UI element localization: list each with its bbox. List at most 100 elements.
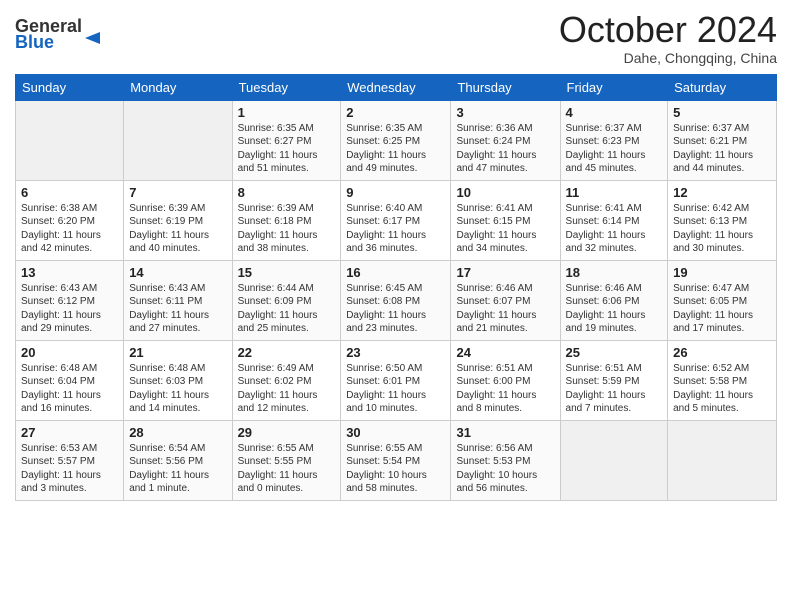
month-title: October 2024 [559,10,777,50]
calendar-cell: 15 Sunrise: 6:44 AM Sunset: 6:09 PM Dayli… [232,260,341,340]
calendar-cell: 19 Sunrise: 6:47 AM Sunset: 6:05 PM Dayli… [668,260,777,340]
day-number: 17 [456,265,554,280]
calendar-week-4: 20Sunrise: 6:48 AM Sunset: 6:04 PM Dayli… [16,340,777,420]
calendar-cell [668,420,777,500]
day-number: 5 [673,105,771,120]
day-info: Sunrise: 6:46 AM Sunset: 6:06 PM Dayligh… [566,282,663,336]
day-info: Sunrise: 6:37 AM Sunset: 6:23 PM Dayligh… [566,122,663,176]
day-number: 13 [21,265,118,280]
calendar-cell [16,100,124,180]
calendar-table: Sunday Monday Tuesday Wednesday Thursday… [15,74,777,501]
day-number: 9 [346,185,445,200]
day-number: 31 [456,425,554,440]
calendar-cell: 20Sunrise: 6:48 AM Sunset: 6:04 PM Dayli… [16,340,124,420]
col-friday: Friday [560,74,668,100]
day-info: Sunrise: 6:43 AM Sunset: 6:12 PM Dayligh… [21,282,118,336]
day-number: 14 [129,265,226,280]
day-number: 8 [238,185,336,200]
col-saturday: Saturday [668,74,777,100]
day-info: Sunrise: 6:41 AM Sunset: 6:15 PM Dayligh… [456,202,554,256]
calendar-cell: 1Sunrise: 6:35 AM Sunset: 6:27 PM Daylig… [232,100,341,180]
calendar-cell: 3 Sunrise: 6:36 AM Sunset: 6:24 PM Daylig… [451,100,560,180]
day-info: Sunrise: 6:39 AM Sunset: 6:18 PM Dayligh… [238,202,336,256]
day-info: Sunrise: 6:47 AM Sunset: 6:05 PM Dayligh… [673,282,771,336]
day-info: Sunrise: 6:39 AM Sunset: 6:19 PM Dayligh… [129,202,226,256]
header-row: Sunday Monday Tuesday Wednesday Thursday… [16,74,777,100]
calendar-cell: 4 Sunrise: 6:37 AM Sunset: 6:23 PM Daylig… [560,100,668,180]
day-number: 24 [456,345,554,360]
calendar-cell: 24Sunrise: 6:51 AM Sunset: 6:00 PM Dayli… [451,340,560,420]
svg-text:Blue: Blue [15,32,54,50]
calendar-cell [124,100,232,180]
day-number: 28 [129,425,226,440]
day-info: Sunrise: 6:55 AM Sunset: 5:54 PM Dayligh… [346,442,445,496]
header: General Blue October 2024 Dahe, Chongqin… [15,10,777,66]
col-sunday: Sunday [16,74,124,100]
calendar-cell [560,420,668,500]
calendar-cell: 5 Sunrise: 6:37 AM Sunset: 6:21 PM Daylig… [668,100,777,180]
calendar-cell: 2Sunrise: 6:35 AM Sunset: 6:25 PM Daylig… [341,100,451,180]
calendar-cell: 30 Sunrise: 6:55 AM Sunset: 5:54 PM Dayli… [341,420,451,500]
day-number: 19 [673,265,771,280]
calendar-cell: 25 Sunrise: 6:51 AM Sunset: 5:59 PM Dayli… [560,340,668,420]
day-info: Sunrise: 6:45 AM Sunset: 6:08 PM Dayligh… [346,282,445,336]
calendar-cell: 11 Sunrise: 6:41 AM Sunset: 6:14 PM Dayli… [560,180,668,260]
col-monday: Monday [124,74,232,100]
calendar-cell: 31Sunrise: 6:56 AM Sunset: 5:53 PM Dayli… [451,420,560,500]
day-number: 4 [566,105,663,120]
calendar-cell: 8 Sunrise: 6:39 AM Sunset: 6:18 PM Daylig… [232,180,341,260]
logo-svg: General Blue [15,10,110,50]
day-info: Sunrise: 6:48 AM Sunset: 6:04 PM Dayligh… [21,362,118,416]
day-info: Sunrise: 6:50 AM Sunset: 6:01 PM Dayligh… [346,362,445,416]
day-number: 18 [566,265,663,280]
calendar-cell: 10Sunrise: 6:41 AM Sunset: 6:15 PM Dayli… [451,180,560,260]
day-info: Sunrise: 6:52 AM Sunset: 5:58 PM Dayligh… [673,362,771,416]
calendar-cell: 16 Sunrise: 6:45 AM Sunset: 6:08 PM Dayli… [341,260,451,340]
day-info: Sunrise: 6:46 AM Sunset: 6:07 PM Dayligh… [456,282,554,336]
day-info: Sunrise: 6:43 AM Sunset: 6:11 PM Dayligh… [129,282,226,336]
day-number: 16 [346,265,445,280]
day-info: Sunrise: 6:36 AM Sunset: 6:24 PM Dayligh… [456,122,554,176]
day-info: Sunrise: 6:53 AM Sunset: 5:57 PM Dayligh… [21,442,118,496]
calendar-cell: 7 Sunrise: 6:39 AM Sunset: 6:19 PM Daylig… [124,180,232,260]
day-number: 11 [566,185,663,200]
calendar-cell: 23 Sunrise: 6:50 AM Sunset: 6:01 PM Dayli… [341,340,451,420]
col-thursday: Thursday [451,74,560,100]
calendar-cell: 21Sunrise: 6:48 AM Sunset: 6:03 PM Dayli… [124,340,232,420]
day-number: 27 [21,425,118,440]
day-number: 6 [21,185,118,200]
calendar-cell: 27 Sunrise: 6:53 AM Sunset: 5:57 PM Dayli… [16,420,124,500]
day-number: 23 [346,345,445,360]
day-number: 25 [566,345,663,360]
col-wednesday: Wednesday [341,74,451,100]
calendar-week-1: 1Sunrise: 6:35 AM Sunset: 6:27 PM Daylig… [16,100,777,180]
day-info: Sunrise: 6:51 AM Sunset: 5:59 PM Dayligh… [566,362,663,416]
day-number: 15 [238,265,336,280]
calendar-cell: 29Sunrise: 6:55 AM Sunset: 5:55 PM Dayli… [232,420,341,500]
day-info: Sunrise: 6:41 AM Sunset: 6:14 PM Dayligh… [566,202,663,256]
day-info: Sunrise: 6:49 AM Sunset: 6:02 PM Dayligh… [238,362,336,416]
day-number: 21 [129,345,226,360]
day-info: Sunrise: 6:54 AM Sunset: 5:56 PM Dayligh… [129,442,226,496]
day-info: Sunrise: 6:37 AM Sunset: 6:21 PM Dayligh… [673,122,771,176]
day-number: 3 [456,105,554,120]
calendar-cell: 9 Sunrise: 6:40 AM Sunset: 6:17 PM Daylig… [341,180,451,260]
day-info: Sunrise: 6:44 AM Sunset: 6:09 PM Dayligh… [238,282,336,336]
day-info: Sunrise: 6:40 AM Sunset: 6:17 PM Dayligh… [346,202,445,256]
calendar-week-5: 27 Sunrise: 6:53 AM Sunset: 5:57 PM Dayli… [16,420,777,500]
calendar-cell: 22 Sunrise: 6:49 AM Sunset: 6:02 PM Dayli… [232,340,341,420]
page: General Blue October 2024 Dahe, Chongqin… [0,0,792,612]
day-number: 22 [238,345,336,360]
day-info: Sunrise: 6:35 AM Sunset: 6:25 PM Dayligh… [346,122,445,176]
calendar-cell: 12 Sunrise: 6:42 AM Sunset: 6:13 PM Dayli… [668,180,777,260]
day-number: 1 [238,105,336,120]
day-info: Sunrise: 6:38 AM Sunset: 6:20 PM Dayligh… [21,202,118,256]
day-number: 12 [673,185,771,200]
calendar-cell: 18 Sunrise: 6:46 AM Sunset: 6:06 PM Dayli… [560,260,668,340]
calendar-cell: 26Sunrise: 6:52 AM Sunset: 5:58 PM Dayli… [668,340,777,420]
calendar-cell: 28 Sunrise: 6:54 AM Sunset: 5:56 PM Dayli… [124,420,232,500]
day-number: 7 [129,185,226,200]
day-info: Sunrise: 6:42 AM Sunset: 6:13 PM Dayligh… [673,202,771,256]
calendar-cell: 13 Sunrise: 6:43 AM Sunset: 6:12 PM Dayli… [16,260,124,340]
day-number: 30 [346,425,445,440]
